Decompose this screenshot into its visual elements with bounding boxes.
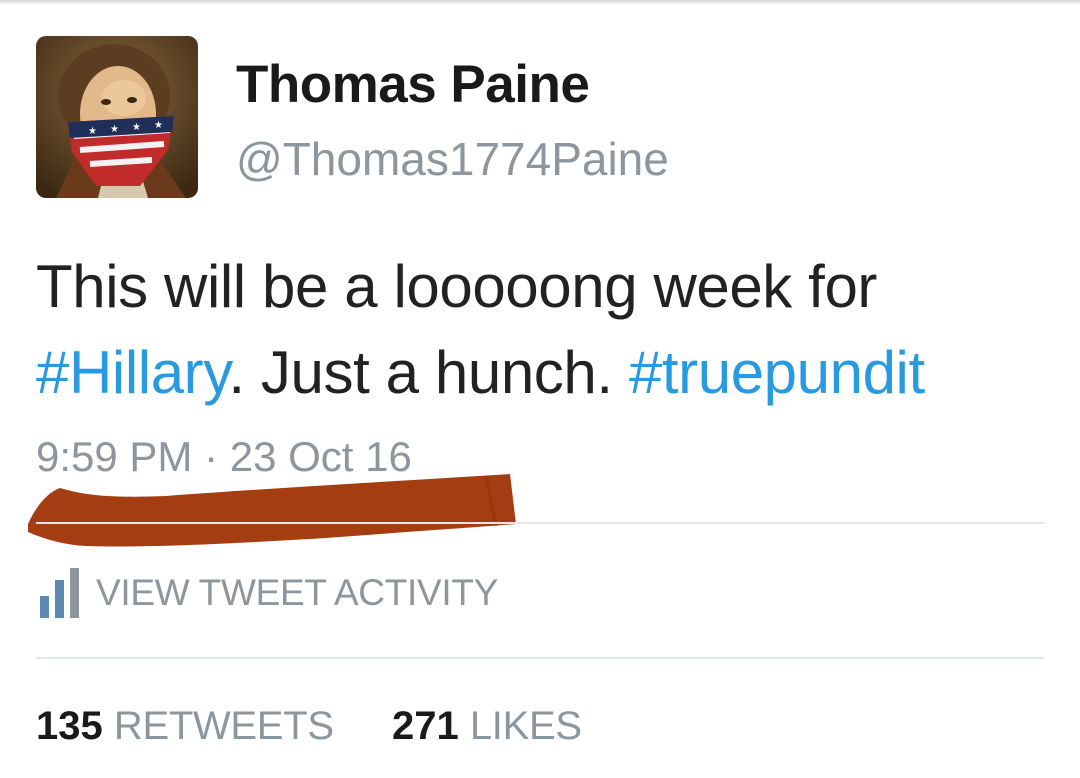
svg-text:★: ★ bbox=[88, 126, 97, 137]
svg-text:★: ★ bbox=[110, 124, 119, 135]
display-name[interactable]: Thomas Paine bbox=[236, 54, 590, 115]
likes-count[interactable]: 271 bbox=[392, 704, 459, 748]
svg-text:★: ★ bbox=[132, 122, 141, 133]
likes-label[interactable]: LIKES bbox=[470, 704, 582, 748]
divider bbox=[36, 657, 1044, 659]
hashtag-truepundit-link[interactable]: #truepundit bbox=[629, 339, 925, 406]
avatar-portrait-image: ★ ★ ★ ★ bbox=[36, 36, 198, 198]
avatar[interactable]: ★ ★ ★ ★ bbox=[36, 36, 198, 198]
retweets-count[interactable]: 135 bbox=[36, 704, 103, 748]
tweet-text-segment: This will be a looooong week for bbox=[36, 253, 877, 320]
top-edge bbox=[0, 0, 1080, 5]
redaction-scribble bbox=[28, 474, 516, 547]
tweet-text: This will be a looooong week for #Hillar… bbox=[36, 244, 1056, 416]
tweet-text-segment: . Just a hunch. bbox=[228, 339, 629, 406]
svg-text:★: ★ bbox=[154, 120, 163, 131]
retweets-label[interactable]: RETWEETS bbox=[114, 704, 334, 748]
hashtag-hillary-link[interactable]: #Hillary bbox=[36, 339, 229, 406]
tweet-stats: 135 RETWEETS 271 LIKES bbox=[36, 704, 582, 749]
user-handle[interactable]: @Thomas1774Paine bbox=[236, 132, 669, 186]
view-tweet-activity-label: VIEW TWEET ACTIVITY bbox=[96, 572, 499, 613]
view-tweet-activity-button[interactable]: VIEW TWEET ACTIVITY bbox=[36, 566, 498, 620]
bar-chart-icon bbox=[40, 568, 79, 618]
divider bbox=[36, 522, 1044, 524]
